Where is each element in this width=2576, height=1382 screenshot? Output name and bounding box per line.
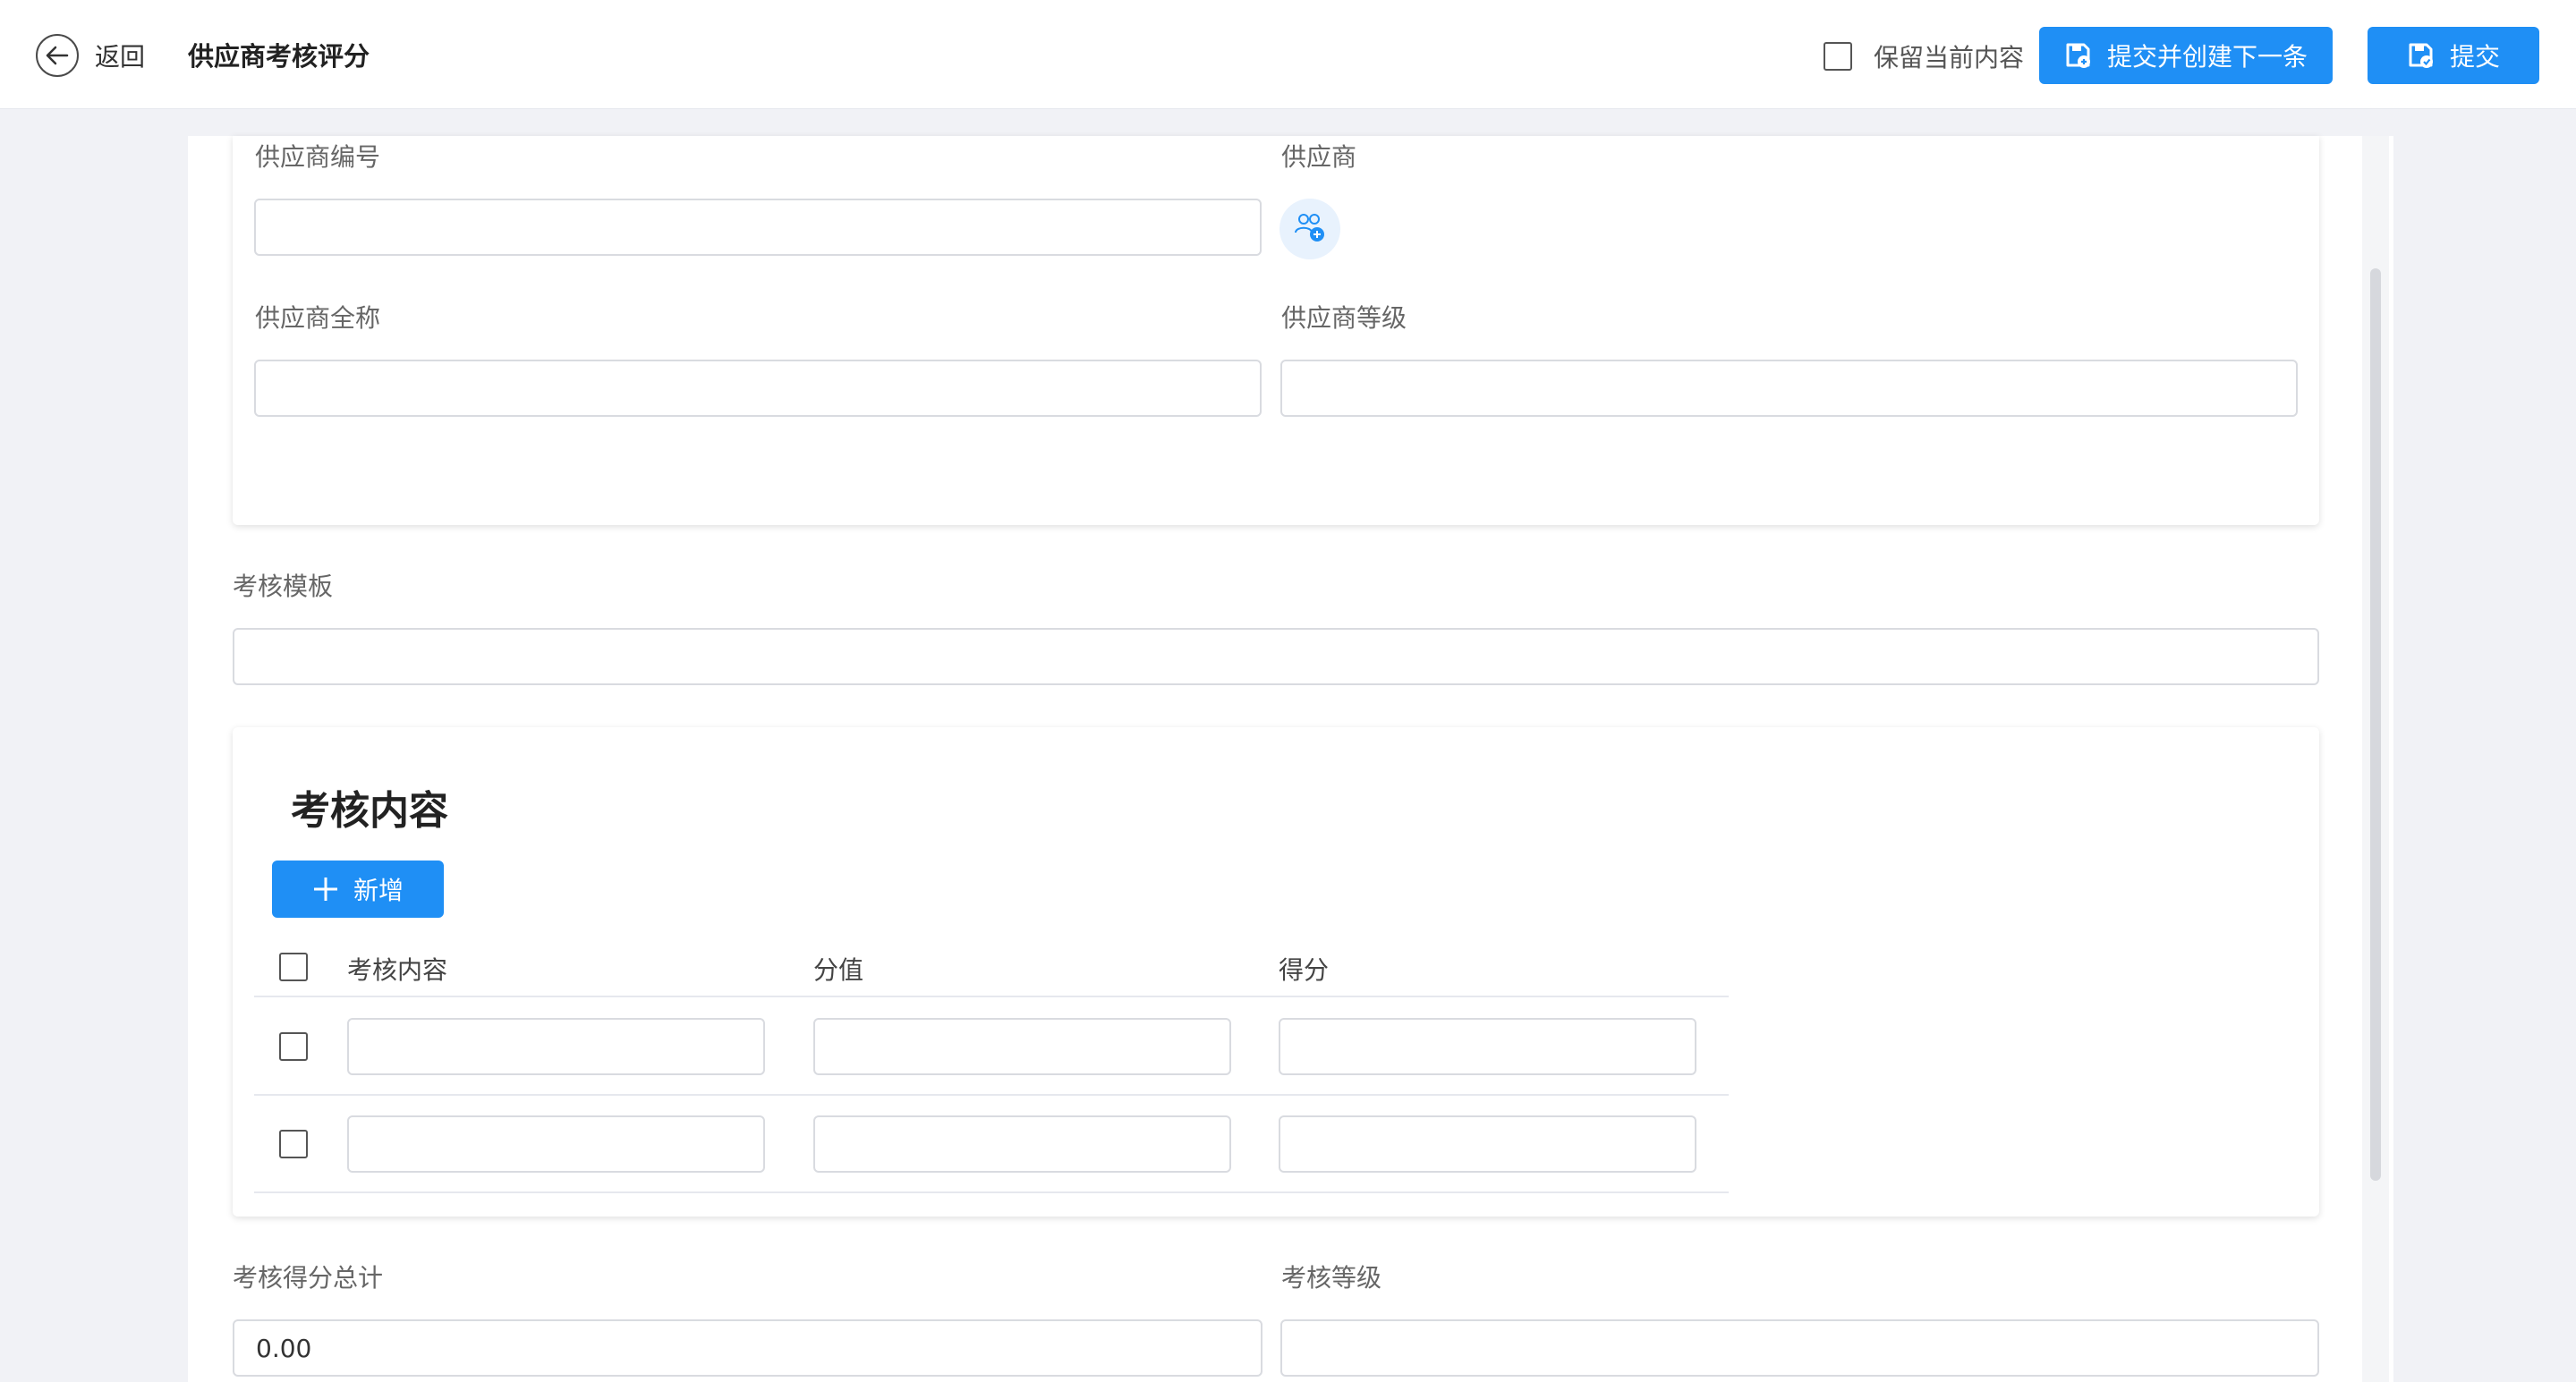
supplier-level-input[interactable] bbox=[1280, 360, 2298, 417]
row-score-input[interactable] bbox=[1279, 1018, 1696, 1075]
save-icon bbox=[2407, 41, 2436, 70]
supplier-level-label: 供应商等级 bbox=[1281, 303, 1407, 333]
row-divider bbox=[254, 996, 1729, 997]
row-divider bbox=[254, 1191, 1729, 1193]
select-all-checkbox[interactable] bbox=[279, 953, 308, 981]
supplier-info-card bbox=[233, 136, 2319, 525]
assess-level-input[interactable] bbox=[1280, 1319, 2319, 1377]
add-row-button[interactable]: 新增 bbox=[272, 861, 444, 918]
row-score-input[interactable] bbox=[1279, 1115, 1696, 1173]
row-score-value-input[interactable] bbox=[813, 1018, 1231, 1075]
keep-content-toggle[interactable]: 保留当前内容 bbox=[1824, 38, 2024, 74]
row-content-input[interactable] bbox=[347, 1115, 765, 1173]
add-label: 新增 bbox=[353, 877, 404, 904]
add-user-group-icon bbox=[1292, 209, 1328, 249]
save-icon bbox=[2064, 41, 2093, 70]
row-divider bbox=[254, 1094, 1729, 1096]
column-header-content: 考核内容 bbox=[347, 955, 448, 985]
plus-icon bbox=[312, 876, 339, 903]
supplier-label: 供应商 bbox=[1281, 142, 1357, 172]
template-input[interactable] bbox=[233, 628, 2319, 685]
total-score-input[interactable]: 0.00 bbox=[233, 1319, 1262, 1377]
top-bar: 返回 供应商考核评分 保留当前内容 提交并创建下一条 提交 bbox=[0, 0, 2576, 109]
supplier-code-input[interactable] bbox=[254, 199, 1262, 256]
page-title: 供应商考核评分 bbox=[188, 41, 370, 72]
keep-content-label: 保留当前内容 bbox=[1874, 43, 2025, 72]
submit-button[interactable]: 提交 bbox=[2368, 27, 2539, 84]
supplier-code-label: 供应商编号 bbox=[255, 142, 381, 172]
assess-level-label: 考核等级 bbox=[1281, 1263, 1382, 1293]
back-label: 返回 bbox=[95, 42, 146, 72]
submit-label: 提交 bbox=[2449, 43, 2500, 71]
total-score-label: 考核得分总计 bbox=[233, 1263, 384, 1293]
back-button[interactable]: 返回 bbox=[36, 34, 145, 77]
template-label: 考核模板 bbox=[233, 572, 334, 601]
row-score-value-input[interactable] bbox=[813, 1115, 1231, 1173]
submit-and-create-next-button[interactable]: 提交并创建下一条 bbox=[2039, 27, 2333, 84]
submit-next-label: 提交并创建下一条 bbox=[2106, 43, 2308, 71]
assessment-title: 考核内容 bbox=[291, 788, 448, 834]
column-header-score-value: 分值 bbox=[813, 955, 864, 985]
supplier-fullname-input[interactable] bbox=[254, 360, 1262, 417]
column-header-score: 得分 bbox=[1279, 955, 1330, 985]
arrow-left-icon bbox=[36, 34, 79, 77]
keep-content-checkbox[interactable] bbox=[1824, 42, 1852, 71]
row-content-input[interactable] bbox=[347, 1018, 765, 1075]
supplier-fullname-label: 供应商全称 bbox=[255, 303, 381, 333]
scrollbar-thumb[interactable] bbox=[2370, 268, 2381, 1181]
row-checkbox[interactable] bbox=[279, 1130, 308, 1158]
row-checkbox[interactable] bbox=[279, 1032, 308, 1061]
supplier-picker-button[interactable] bbox=[1279, 199, 1340, 259]
